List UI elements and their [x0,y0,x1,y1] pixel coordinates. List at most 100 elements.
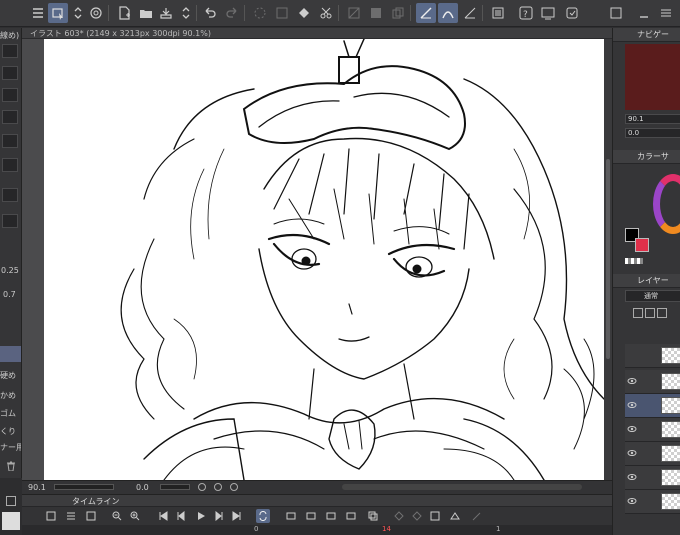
keyframe-add-icon[interactable] [410,509,424,523]
redo-icon[interactable] [222,3,242,23]
rotation-value[interactable]: 0.0 [136,483,149,492]
copy-icon[interactable] [388,3,408,23]
layer-row-selected[interactable] [625,394,680,418]
eye-icon[interactable] [627,497,637,505]
zoom-value[interactable]: 90.1 [28,483,46,492]
sub-tool-label[interactable]: 線め) [0,30,21,41]
sub-tool-slot[interactable] [2,158,18,172]
document-tab[interactable]: イラスト 603* (2149 x 3213px 300dpi 90.1%) [22,28,612,39]
loading-spinner-icon[interactable] [250,3,270,23]
sub-tool-slot[interactable] [2,214,18,228]
sub-tool-slot[interactable] [2,44,18,58]
eye-icon[interactable] [627,401,637,409]
rotate-right-icon[interactable] [214,483,222,491]
layer-row[interactable] [625,344,680,368]
clear-icon[interactable] [344,3,364,23]
color-panel-header[interactable]: カラーサ [613,150,680,164]
zoom-slider[interactable] [54,484,114,490]
layer-panel-header[interactable]: レイヤー [613,274,680,288]
trash-icon[interactable] [6,461,16,472]
onion-skin-icon[interactable] [366,509,380,523]
panel-minimize-icon[interactable] [634,3,654,23]
layer-row[interactable] [625,442,680,466]
curve-snap-icon[interactable] [438,3,458,23]
sub-color-swatch[interactable] [635,238,649,252]
shortcut-icon[interactable] [538,3,558,23]
zoom-out-icon[interactable] [110,509,124,523]
layer-row[interactable] [625,418,680,442]
ruler-snap-icon[interactable] [416,3,436,23]
delete-cel-icon[interactable] [344,509,358,523]
settings-icon[interactable] [562,3,582,23]
eye-icon[interactable] [627,425,637,433]
timeline-ruler[interactable]: 0 14 1 [22,525,612,535]
eye-icon[interactable] [627,377,637,385]
timeline-layer-icon[interactable] [84,509,98,523]
navigator-angle-field[interactable]: 0.0 [625,128,680,138]
sub-tool-slot[interactable] [2,88,18,102]
layer-clip-icon[interactable] [645,308,655,318]
sub-tool-selected[interactable] [0,346,21,362]
panel-layout-icon[interactable] [656,3,676,23]
edit-cel-icon[interactable] [470,509,484,523]
keyframe-icon[interactable] [392,509,406,523]
reset-view-icon[interactable] [230,483,238,491]
canvas-paper[interactable] [44,39,604,480]
go-first-frame-icon[interactable] [156,509,170,523]
canvas-vertical-scrollbar[interactable] [604,39,612,480]
sub-tool-label[interactable]: 硬め [0,370,21,381]
loop-icon[interactable] [256,509,270,523]
sub-tool-slot[interactable] [2,188,18,202]
fill-icon[interactable] [366,3,386,23]
sub-tool-label[interactable]: かめ [0,390,21,401]
sub-tool-slot[interactable] [2,134,18,148]
color-wheel[interactable] [653,174,680,234]
updown-arrows-icon[interactable] [68,3,88,23]
sub-tool-label[interactable]: ゴム [0,408,21,419]
sub-tool-slot[interactable] [2,66,18,80]
horizontal-scrollbar[interactable] [342,484,582,490]
scrollbar-thumb[interactable] [606,159,610,359]
sub-tool-label[interactable]: ナー用 [0,442,21,453]
transparent-color-swatch[interactable] [625,258,643,264]
layer-row[interactable] [625,466,680,490]
fill-bucket-icon[interactable] [294,3,314,23]
layer-lock-icon[interactable] [633,308,643,318]
rotate-left-icon[interactable] [198,483,206,491]
sub-tool-label[interactable]: くり [0,426,21,437]
next-frame-icon[interactable] [212,509,226,523]
navigator-preview[interactable] [625,44,680,110]
keyframe-settings-icon[interactable] [428,509,442,523]
timeline-frames-icon[interactable] [64,509,78,523]
transform-icon[interactable] [272,3,292,23]
open-folder-icon[interactable] [136,3,156,23]
eye-icon[interactable] [627,449,637,457]
new-cel-icon[interactable] [304,509,318,523]
zoom-in-icon[interactable] [128,509,142,523]
select-tool-icon[interactable] [48,3,68,23]
settings-list-icon[interactable] [488,3,508,23]
help-icon[interactable]: ? [516,3,536,23]
canvas-area[interactable]: イラスト 603* (2149 x 3213px 300dpi 90.1%) [22,28,612,480]
timeline-header[interactable]: タイムライン [22,495,612,507]
color-swatch[interactable] [2,512,20,530]
navigator-zoom-field[interactable]: 90.1 [625,114,680,124]
new-file-icon[interactable] [114,3,134,23]
eye-icon[interactable] [627,473,637,481]
add-icon[interactable] [6,496,16,506]
cut-icon[interactable] [316,3,336,23]
panel-toggle-icon[interactable] [606,3,626,23]
layer-ref-icon[interactable] [657,308,667,318]
save-icon[interactable] [156,3,176,23]
layer-row[interactable] [625,370,680,394]
updown-arrows-icon-2[interactable] [176,3,196,23]
sub-tool-slot[interactable] [2,110,18,124]
lasso-icon[interactable] [86,3,106,23]
light-table-icon[interactable] [448,509,462,523]
blend-mode-select[interactable]: 通常 [625,290,680,302]
play-icon[interactable] [194,509,208,523]
specify-cel-icon[interactable] [324,509,338,523]
go-last-frame-icon[interactable] [230,509,244,523]
timeline-new-icon[interactable] [44,509,58,523]
menu-icon[interactable] [28,3,48,23]
